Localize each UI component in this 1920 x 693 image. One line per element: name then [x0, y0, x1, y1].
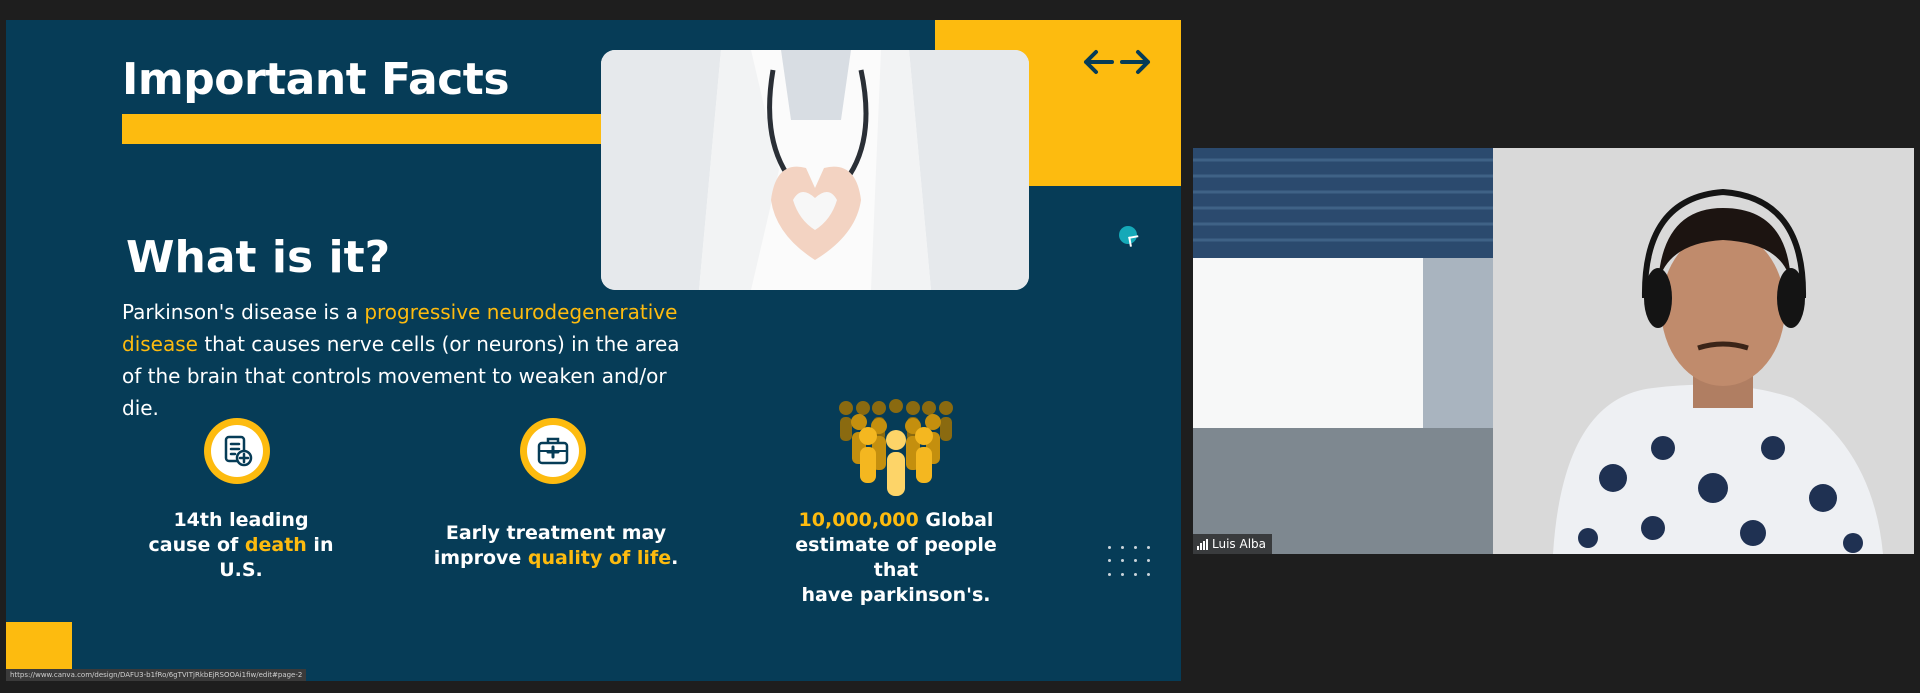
meeting-window: Important Facts What is it? Parkinson's … — [0, 0, 1920, 693]
fact-global-estimate: 10,000,000 Global estimate of people tha… — [771, 508, 1021, 608]
fact3-line2: estimate of people that — [795, 534, 997, 581]
fact2-text-end: . — [671, 547, 679, 569]
fact1-text: cause of — [148, 534, 245, 556]
fact1-highlight: death — [244, 534, 307, 556]
presenter-pointer — [1119, 226, 1137, 244]
fact2-line2: improve quality of life. — [426, 546, 686, 571]
title-underline-bar — [122, 114, 612, 144]
presentation-slide: Important Facts What is it? Parkinson's … — [6, 20, 1181, 681]
fact2-text: improve — [433, 547, 528, 569]
fact3-line3: have parkinson's. — [801, 584, 991, 606]
fact-early-treatment: Early treatment may improve quality of l… — [426, 521, 686, 571]
fact3-highlight: 10,000,000 — [798, 509, 919, 531]
signal-strength-icon — [1197, 538, 1208, 550]
people-group-icon — [836, 398, 956, 498]
left-right-arrows-icon — [1082, 44, 1152, 80]
participant-name: Luis Alba — [1212, 537, 1266, 551]
fact1-line3: U.S. — [219, 559, 263, 581]
fact3-text: Global — [918, 509, 994, 531]
fact3-line1: 10,000,000 Global — [771, 508, 1021, 533]
participant-video[interactable] — [1193, 148, 1914, 554]
slide-subtitle: What is it? — [126, 232, 391, 283]
fact2-highlight: quality of life — [527, 547, 672, 569]
decorative-dot-grid — [1108, 546, 1160, 586]
paragraph-text-end: that causes nerve cells (or neurons) in … — [122, 332, 680, 420]
first-aid-kit-icon — [520, 418, 586, 484]
fact1-line1: 14th leading — [173, 509, 309, 531]
medical-document-icon — [204, 418, 270, 484]
doctor-heart-hands-photo — [601, 50, 1029, 290]
slide-title: Important Facts — [122, 54, 510, 105]
paragraph-text-start: Parkinson's disease is a — [122, 300, 365, 324]
fact-leading-cause: 14th leading cause of death in U.S. — [146, 508, 336, 583]
fact1-line2: cause of death in — [146, 533, 336, 558]
status-bar-url: https://www.canva.com/design/DAFU3-b1fRo… — [6, 669, 307, 681]
participant-name-tag: Luis Alba — [1193, 534, 1272, 554]
description-paragraph: Parkinson's disease is a progressive neu… — [122, 296, 692, 424]
fact1-text-end: in — [306, 534, 334, 556]
fact2-line1: Early treatment may — [445, 522, 667, 544]
